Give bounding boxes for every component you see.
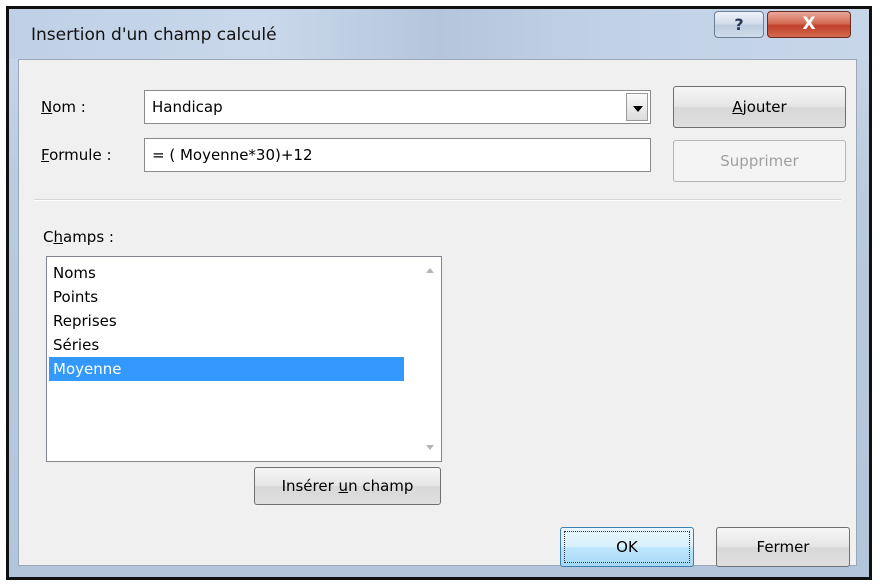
focus-rectangle	[564, 531, 690, 563]
name-label-text: om :	[52, 98, 86, 116]
list-item[interactable]: Noms	[49, 261, 404, 285]
formula-input[interactable]: = ( Moyenne*30)+12	[144, 138, 651, 172]
fields-label-pre: C	[43, 228, 54, 246]
name-label-accel: N	[41, 98, 53, 116]
name-combobox-value[interactable]: Handicap	[152, 98, 223, 116]
insert-field-pre: Insérer	[281, 477, 339, 495]
list-item-selected[interactable]: Moyenne	[49, 357, 404, 381]
formula-input-value[interactable]: = ( Moyenne*30)+12	[152, 146, 313, 164]
screenshot-frame: Insertion d'un champ calculé ? X Nom : H…	[6, 6, 872, 580]
ok-button[interactable]: OK	[560, 527, 694, 567]
close-button[interactable]: Fermer	[716, 527, 850, 567]
formula-label-accel: F	[41, 146, 50, 164]
list-item[interactable]: Séries	[49, 333, 404, 357]
insert-field-post: n champ	[348, 477, 414, 495]
question-mark-icon: ?	[734, 15, 744, 34]
add-button-accel: A	[732, 98, 743, 116]
add-button[interactable]: Ajouter	[673, 86, 846, 128]
insert-field-button[interactable]: Insérer un champ	[254, 467, 441, 505]
fields-label-post: amps :	[63, 228, 114, 246]
separator	[34, 199, 841, 201]
name-combobox[interactable]: Handicap	[144, 90, 651, 124]
dialog-body: Nom : Handicap Formule : = ( Moyenne*30)…	[18, 59, 857, 567]
fields-label-accel: h	[53, 228, 63, 246]
formula-label-text: ormule :	[49, 146, 112, 164]
dialog-title: Insertion d'un champ calculé	[31, 25, 277, 45]
list-item[interactable]: Points	[49, 285, 404, 309]
chevron-down-icon	[633, 106, 643, 112]
vertical-scrollbar[interactable]	[420, 258, 440, 460]
scroll-down-arrow-icon[interactable]	[426, 445, 434, 450]
insert-field-accel: u	[338, 477, 349, 495]
close-window-button[interactable]: X	[767, 11, 851, 38]
close-x-icon: X	[802, 14, 816, 34]
fields-label: Champs :	[43, 228, 114, 246]
help-button[interactable]: ?	[714, 11, 764, 38]
name-dropdown-button[interactable]	[626, 93, 648, 121]
name-label: Nom :	[41, 98, 86, 116]
scroll-up-arrow-icon[interactable]	[426, 268, 434, 273]
delete-button[interactable]: Supprimer	[673, 140, 846, 182]
dialog-window: Insertion d'un champ calculé ? X Nom : H…	[9, 9, 869, 577]
title-bar[interactable]: Insertion d'un champ calculé ? X	[9, 9, 869, 59]
formula-label: Formule :	[41, 146, 112, 164]
add-button-text: jouter	[742, 98, 787, 116]
fields-listbox[interactable]: Noms Points Reprises Séries Moyenne	[46, 256, 442, 462]
list-item[interactable]: Reprises	[49, 309, 404, 333]
